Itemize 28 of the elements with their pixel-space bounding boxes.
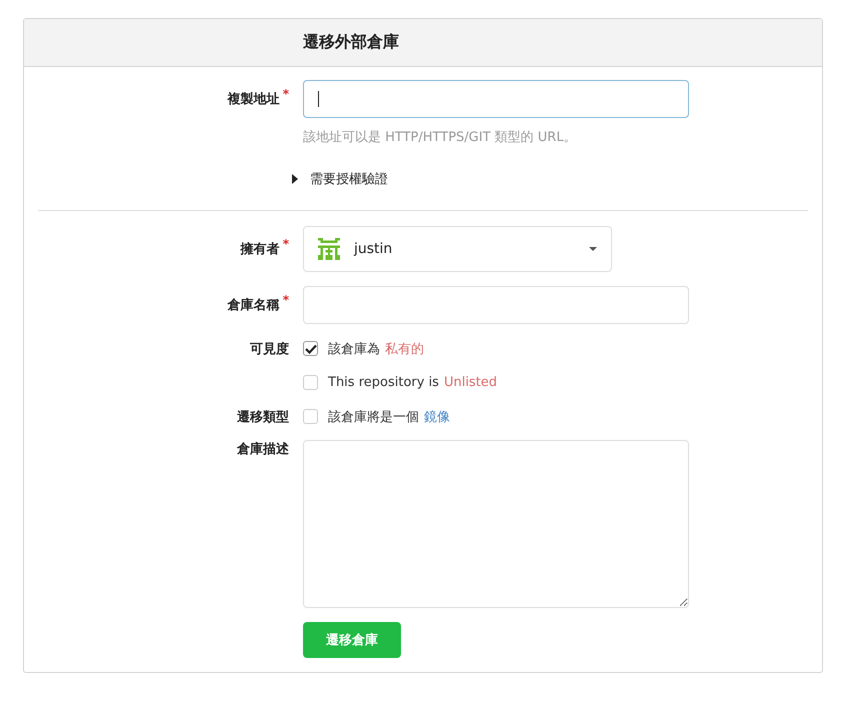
text-cursor — [318, 91, 319, 107]
required-mark: * — [282, 237, 289, 251]
checkbox-label: 該倉庫將是一個 — [328, 408, 419, 426]
dropdown-caret-icon — [589, 247, 597, 251]
field-label: 複製地址 — [228, 90, 280, 108]
checkbox[interactable] — [303, 375, 318, 390]
auth-toggle[interactable]: 需要授權驗證 — [292, 170, 388, 188]
field-label: 倉庫名稱 — [228, 296, 280, 314]
visibility-label: Unlisted — [444, 375, 498, 390]
description-field[interactable] — [303, 440, 689, 608]
required-mark: * — [282, 293, 289, 307]
form-title: 遷移外部倉庫 — [303, 32, 399, 53]
avatar-icon — [318, 238, 340, 260]
mirror-link[interactable]: 鏡像 — [424, 408, 450, 426]
field-label: 遷移類型 — [237, 408, 289, 426]
owner-dropdown[interactable]: justin — [303, 226, 612, 272]
clone-url-field[interactable] — [303, 80, 689, 118]
checkbox[interactable] — [303, 341, 318, 356]
required-mark: * — [282, 87, 289, 101]
field-label: 倉庫描述 — [237, 440, 289, 458]
visibility-label: 私有的 — [385, 340, 424, 358]
checkbox-label: 該倉庫為 — [328, 340, 380, 358]
help-text: 該地址可以是 HTTP/HTTPS/GIT 類型的 URL。 — [303, 129, 577, 146]
field-label: 擁有者 — [240, 240, 280, 258]
field-label: 可見度 — [250, 340, 289, 358]
checkbox[interactable] — [303, 409, 318, 424]
checkbox-label: This repository is — [328, 375, 439, 390]
repo-name-field[interactable] — [303, 286, 689, 324]
